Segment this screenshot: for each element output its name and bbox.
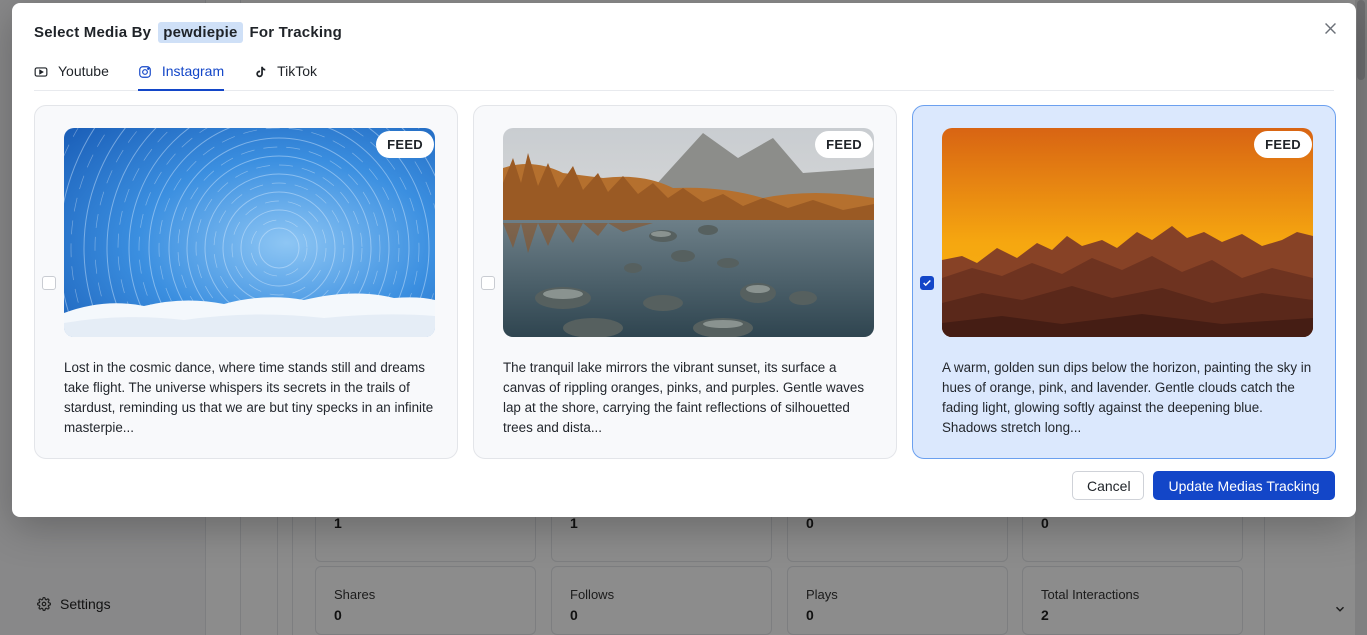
platform-tabs: Youtube Instagram TikTok	[34, 61, 1334, 91]
feed-badge: FEED	[1254, 131, 1312, 158]
close-icon[interactable]	[1322, 20, 1339, 37]
instagram-icon	[139, 66, 151, 78]
tab-label: Instagram	[161, 63, 225, 79]
youtube-icon	[34, 67, 48, 77]
tab-label: TikTok	[277, 63, 318, 79]
select-checkbox[interactable]	[920, 276, 934, 290]
mountain-sunset-image	[942, 128, 1313, 337]
media-caption: The tranquil lake mirrors the vibrant su…	[503, 360, 865, 435]
media-thumbnail	[503, 128, 874, 337]
media-thumbnail	[64, 128, 435, 337]
tiktok-icon	[256, 66, 266, 78]
title-suffix: For Tracking	[249, 24, 342, 41]
modal-title: Select Media By pewdiepie For Tracking	[34, 22, 342, 43]
update-medias-tracking-button[interactable]: Update Medias Tracking	[1153, 471, 1335, 500]
modal-footer: Cancel Update Medias Tracking	[1072, 471, 1335, 500]
lake-reflection-image	[503, 128, 874, 337]
select-media-modal: Select Media By pewdiepie For Tracking Y…	[12, 3, 1356, 517]
select-checkbox[interactable]	[42, 276, 56, 290]
tab-tiktok[interactable]: TikTok	[253, 61, 317, 91]
media-caption: A warm, golden sun dips below the horizo…	[942, 360, 1312, 435]
cancel-button[interactable]: Cancel	[1072, 471, 1144, 500]
media-thumbnail	[942, 128, 1313, 337]
feed-badge: FEED	[815, 131, 873, 158]
title-prefix: Select Media By	[34, 24, 152, 41]
tab-instagram[interactable]: Instagram	[137, 61, 225, 91]
media-card-list: FEED Lost in the cosmic dance, where tim…	[34, 105, 1336, 459]
media-card[interactable]: FEED Lost in the cosmic dance, where tim…	[34, 105, 458, 459]
check-icon	[923, 279, 931, 287]
media-card-selected[interactable]: FEED A warm, golden sun dips below the h…	[912, 105, 1336, 459]
username-chip: pewdiepie	[158, 22, 243, 43]
media-card[interactable]: FEED The tranquil lake mirrors the vibra…	[473, 105, 897, 459]
feed-badge: FEED	[376, 131, 434, 158]
tab-label: Youtube	[58, 63, 109, 79]
media-caption: Lost in the cosmic dance, where time sta…	[64, 360, 434, 435]
star-trails-image	[64, 128, 435, 337]
tab-youtube[interactable]: Youtube	[34, 61, 109, 91]
select-checkbox[interactable]	[481, 276, 495, 290]
